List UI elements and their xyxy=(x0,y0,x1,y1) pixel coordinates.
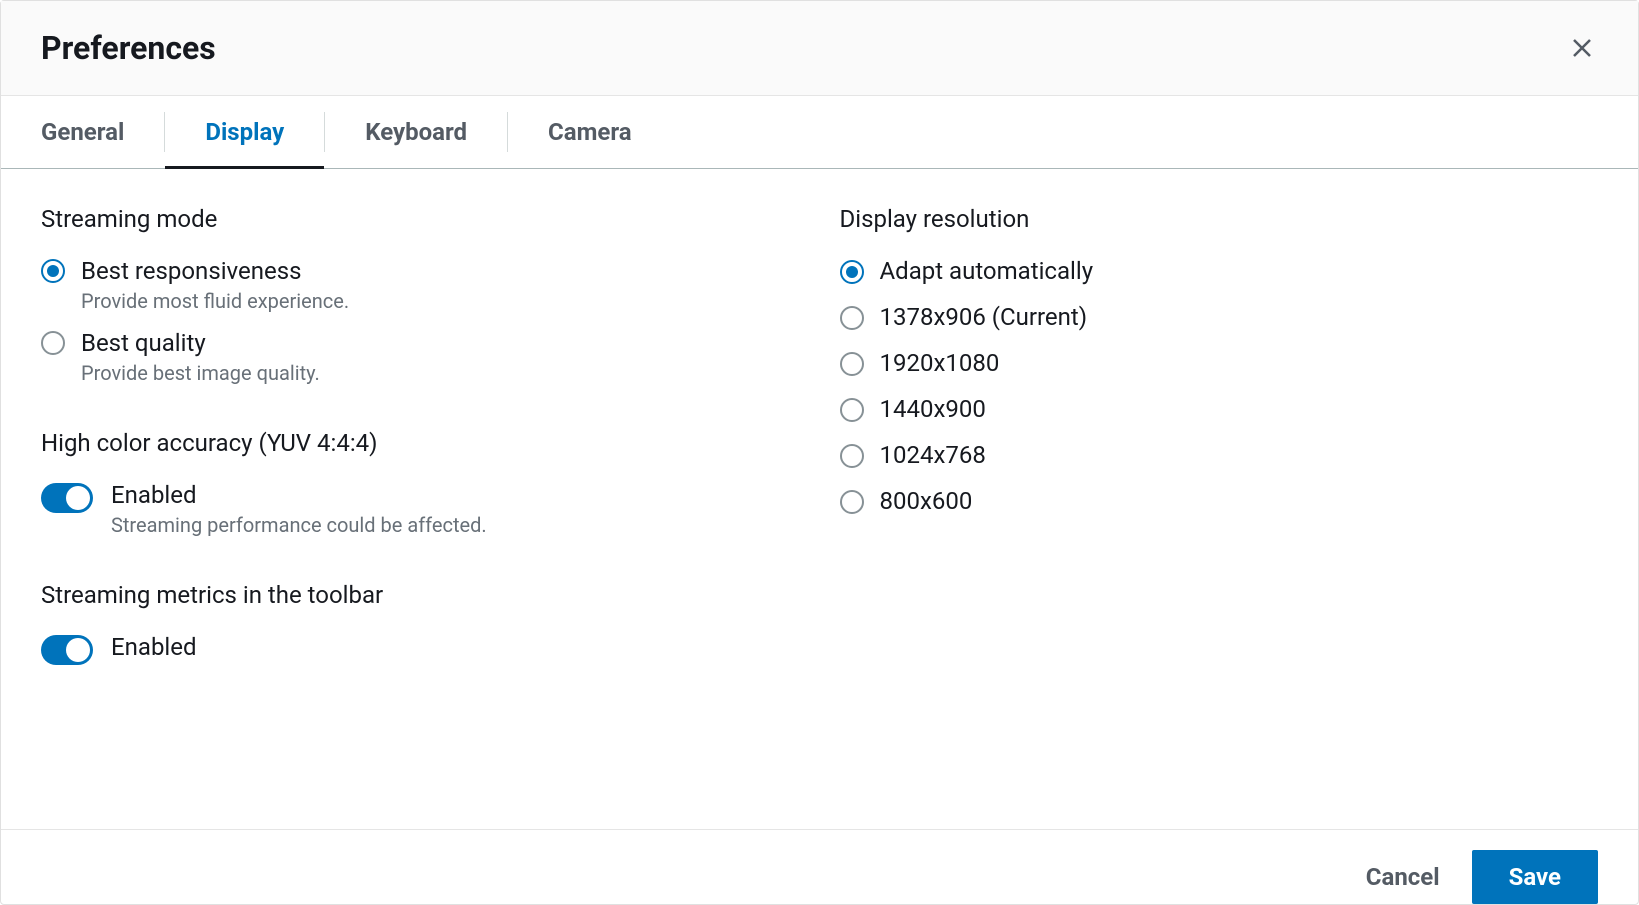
close-button[interactable] xyxy=(1566,32,1598,64)
streaming-mode-section: Streaming mode Best responsiveness Provi… xyxy=(41,205,800,385)
streaming-metrics-toggle-row: Enabled xyxy=(41,633,800,665)
high-color-toggle-row: Enabled Streaming performance could be a… xyxy=(41,481,800,537)
radio-icon xyxy=(41,331,65,355)
dialog-title: Preferences xyxy=(41,29,216,67)
left-column: Streaming mode Best responsiveness Provi… xyxy=(41,205,800,793)
radio-best-responsiveness[interactable]: Best responsiveness Provide most fluid e… xyxy=(41,257,800,313)
radio-label: Best responsiveness xyxy=(81,257,349,285)
radio-1440x900[interactable]: 1440x900 xyxy=(840,395,1599,423)
display-resolution-radio-group: Adapt automatically 1378x906 (Current) 1… xyxy=(840,257,1599,515)
display-resolution-section: Display resolution Adapt automatically 1… xyxy=(840,205,1599,515)
radio-icon xyxy=(840,398,864,422)
display-resolution-title: Display resolution xyxy=(840,205,1599,233)
toggle-texts: Enabled Streaming performance could be a… xyxy=(111,481,487,537)
radio-icon xyxy=(840,490,864,514)
streaming-metrics-section: Streaming metrics in the toolbar Enabled xyxy=(41,581,800,665)
dialog-content: Streaming mode Best responsiveness Provi… xyxy=(1,169,1638,829)
radio-label: Best quality xyxy=(81,329,320,357)
tab-general[interactable]: General xyxy=(41,96,164,168)
tab-display[interactable]: Display xyxy=(165,96,324,168)
radio-label: 1440x900 xyxy=(880,395,986,423)
toggle-description: Streaming performance could be affected. xyxy=(111,513,487,537)
radio-icon xyxy=(840,444,864,468)
cancel-button[interactable]: Cancel xyxy=(1362,853,1444,901)
radio-1024x768[interactable]: 1024x768 xyxy=(840,441,1599,469)
dialog-header: Preferences xyxy=(1,1,1638,96)
radio-label: 1920x1080 xyxy=(880,349,1000,377)
radio-1378x906[interactable]: 1378x906 (Current) xyxy=(840,303,1599,331)
save-button[interactable]: Save xyxy=(1472,850,1598,904)
tab-camera[interactable]: Camera xyxy=(508,96,672,168)
streaming-metrics-title: Streaming metrics in the toolbar xyxy=(41,581,800,609)
radio-label: Adapt automatically xyxy=(880,257,1094,285)
radio-icon xyxy=(840,306,864,330)
dialog-footer: Cancel Save xyxy=(1,829,1638,904)
preferences-dialog: Preferences General Display Keyboard Cam… xyxy=(0,0,1639,905)
streaming-mode-radio-group: Best responsiveness Provide most fluid e… xyxy=(41,257,800,385)
radio-icon xyxy=(840,352,864,376)
radio-1920x1080[interactable]: 1920x1080 xyxy=(840,349,1599,377)
toggle-texts: Enabled xyxy=(111,633,197,661)
streaming-mode-title: Streaming mode xyxy=(41,205,800,233)
radio-icon xyxy=(840,260,864,284)
tab-keyboard[interactable]: Keyboard xyxy=(325,96,507,168)
toggle-label: Enabled xyxy=(111,633,197,661)
radio-label: 1024x768 xyxy=(880,441,986,469)
radio-label: 800x600 xyxy=(880,487,973,515)
radio-description: Provide best image quality. xyxy=(81,361,320,385)
high-color-toggle[interactable] xyxy=(41,483,93,513)
radio-texts: Best quality Provide best image quality. xyxy=(81,329,320,385)
toggle-label: Enabled xyxy=(111,481,487,509)
radio-description: Provide most fluid experience. xyxy=(81,289,349,313)
streaming-metrics-toggle[interactable] xyxy=(41,635,93,665)
high-color-section: High color accuracy (YUV 4:4:4) Enabled … xyxy=(41,429,800,537)
radio-label: 1378x906 (Current) xyxy=(880,303,1088,331)
radio-best-quality[interactable]: Best quality Provide best image quality. xyxy=(41,329,800,385)
radio-texts: Best responsiveness Provide most fluid e… xyxy=(81,257,349,313)
radio-adapt-automatically[interactable]: Adapt automatically xyxy=(840,257,1599,285)
close-icon xyxy=(1570,36,1594,60)
radio-icon xyxy=(41,259,65,283)
tab-bar: General Display Keyboard Camera xyxy=(1,96,1638,169)
radio-800x600[interactable]: 800x600 xyxy=(840,487,1599,515)
right-column: Display resolution Adapt automatically 1… xyxy=(840,205,1599,793)
high-color-title: High color accuracy (YUV 4:4:4) xyxy=(41,429,800,457)
